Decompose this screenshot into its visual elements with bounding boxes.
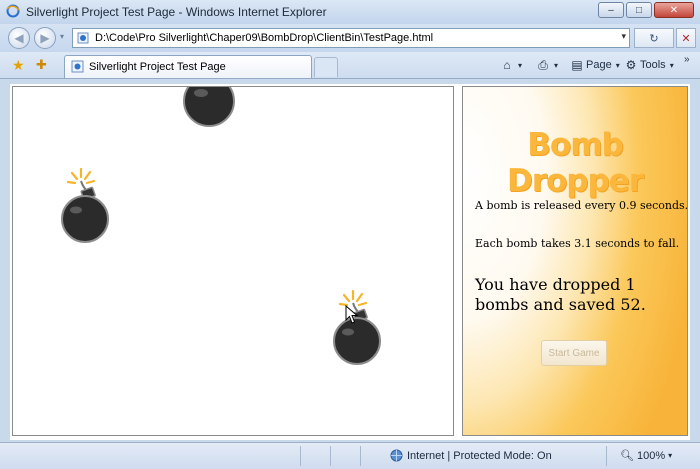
page-favicon-icon: [77, 32, 89, 44]
status-divider: [606, 446, 607, 466]
zoom-icon: 🔍︎: [620, 450, 634, 462]
address-dropdown-icon[interactable]: ▾: [621, 31, 626, 42]
close-button[interactable]: ✕: [654, 2, 694, 18]
security-zone[interactable]: Internet | Protected Mode: On: [390, 449, 552, 462]
url-text: D:\Code\Pro Silverlight\Chaper09\BombDro…: [95, 32, 434, 44]
page-content: Bomb Dropper A bomb is released every 0.…: [10, 84, 690, 440]
forward-button[interactable]: ▶: [34, 27, 56, 49]
bomb-icon: [61, 167, 109, 243]
status-bar: Internet | Protected Mode: On 🔍︎ 100% ▾: [0, 442, 700, 469]
page-menu-button[interactable]: ▤ Page ▾: [570, 58, 620, 72]
bomb-icon: [183, 87, 235, 127]
window-controls: – □ ✕: [598, 2, 694, 18]
stop-button[interactable]: ✕: [676, 28, 696, 48]
window-title: Silverlight Project Test Page - Windows …: [26, 5, 327, 19]
home-button[interactable]: ⌂ ▾: [500, 58, 522, 72]
status-divider: [360, 446, 361, 466]
security-zone-text: Internet | Protected Mode: On: [407, 449, 552, 462]
title-bar: Silverlight Project Test Page - Windows …: [0, 0, 700, 25]
address-input[interactable]: D:\Code\Pro Silverlight\Chaper09\BombDro…: [72, 28, 630, 48]
page-dropdown-icon: ▾: [615, 60, 620, 70]
release-interval-text: A bomb is released every 0.9 seconds.: [475, 199, 688, 212]
page-menu-label: Page: [586, 59, 612, 71]
zoom-dropdown-icon[interactable]: ▾: [668, 451, 672, 460]
status-divider: [330, 446, 331, 466]
print-button[interactable]: ⎙ ▾: [536, 58, 558, 72]
overflow-chevron-icon[interactable]: »: [684, 54, 690, 65]
tab-silverlight-test-page[interactable]: Silverlight Project Test Page: [64, 55, 312, 78]
gear-icon: ⚙: [625, 58, 637, 72]
status-divider: [300, 446, 301, 466]
fall-duration-text: Each bomb takes 3.1 seconds to fall.: [475, 237, 680, 250]
score-status-text: You have dropped 1 bombs and saved 52.: [475, 275, 646, 314]
refresh-icon: ↻: [649, 32, 659, 45]
game-title: Bomb Dropper: [506, 127, 644, 199]
back-button[interactable]: ◀: [8, 27, 30, 49]
home-dropdown-icon[interactable]: ▾: [518, 61, 522, 70]
tab-row: ★ ✚ Silverlight Project Test Page ⌂ ▾ ⎙ …: [0, 52, 700, 79]
mouse-cursor-icon: [345, 305, 359, 324]
zoom-level-text: 100%: [636, 449, 666, 462]
start-game-button[interactable]: Start Game: [541, 340, 607, 366]
recent-pages-dropdown-icon[interactable]: ▾: [60, 32, 64, 41]
game-canvas[interactable]: [12, 86, 454, 436]
add-favorites-icon[interactable]: ✚: [36, 57, 47, 73]
refresh-button[interactable]: ↻: [634, 28, 674, 48]
print-dropdown-icon[interactable]: ▾: [554, 61, 558, 70]
home-icon: ⌂: [503, 58, 511, 72]
page-icon: ▤: [571, 58, 583, 72]
info-panel: Bomb Dropper A bomb is released every 0.…: [462, 86, 688, 436]
ie-logo-icon: [6, 4, 20, 18]
zoom-control[interactable]: 🔍︎ 100% ▾: [620, 449, 672, 463]
new-tab-button[interactable]: [314, 57, 338, 77]
maximize-button[interactable]: □: [626, 2, 652, 18]
tools-menu-label: Tools: [640, 59, 666, 71]
address-row: ◀ ▶ ▾ D:\Code\Pro Silverlight\Chaper09\B…: [0, 24, 700, 52]
tab-label: Silverlight Project Test Page: [89, 61, 226, 73]
minimize-button[interactable]: –: [598, 2, 624, 18]
print-icon: ⎙: [538, 58, 548, 72]
globe-icon: [390, 449, 403, 462]
favorites-star-icon[interactable]: ★: [12, 57, 25, 74]
tools-dropdown-icon: ▾: [669, 60, 674, 70]
tools-menu-button[interactable]: ⚙ Tools ▾: [624, 58, 674, 72]
tab-favicon-icon: [71, 60, 84, 73]
bomb-icon: [333, 289, 381, 365]
